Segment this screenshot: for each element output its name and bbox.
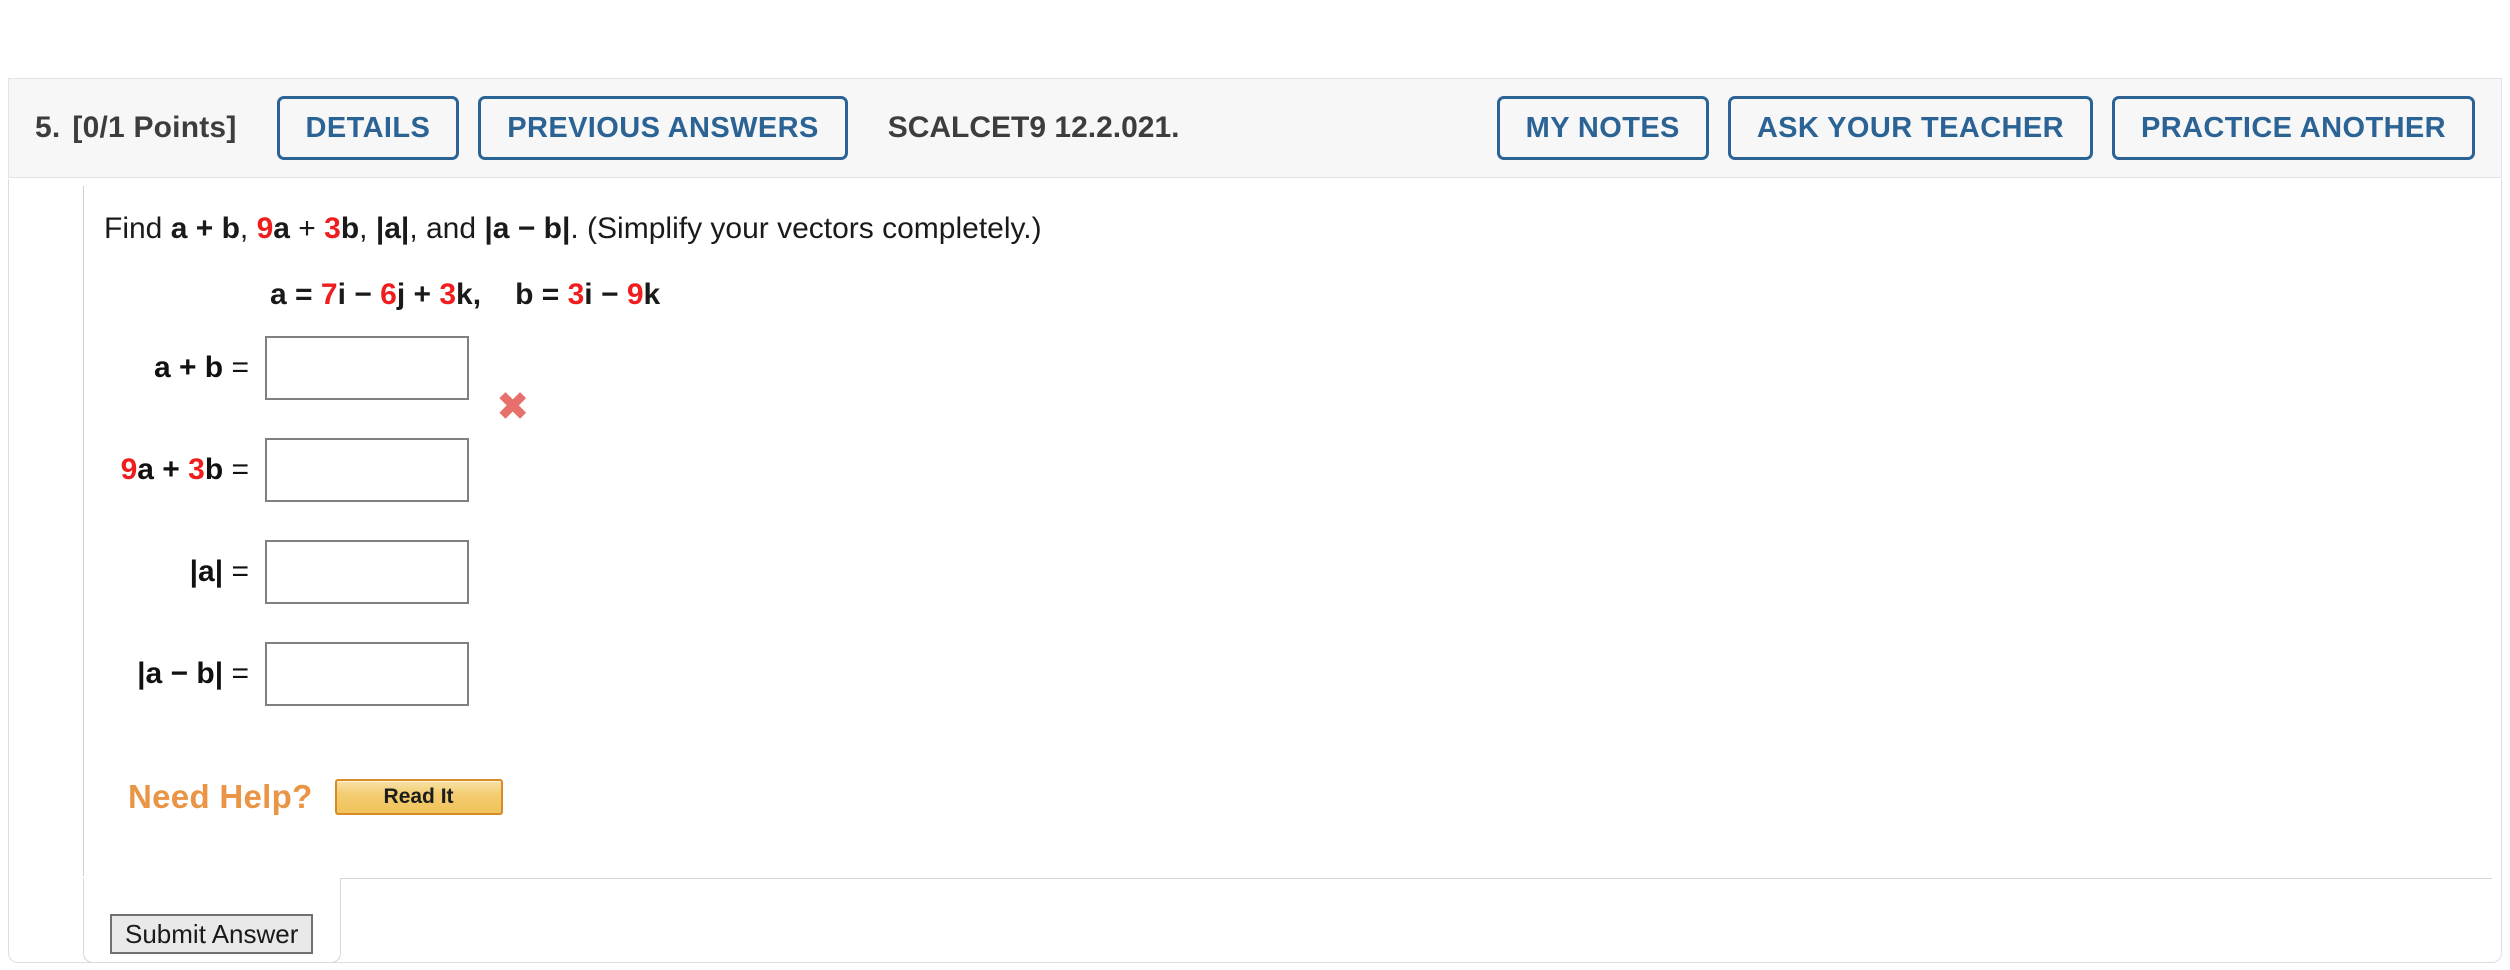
vector-a-op-2: + xyxy=(405,278,440,311)
vector-b-unit-i: i xyxy=(584,278,593,311)
need-help-section: Need Help? Read It xyxy=(128,778,503,816)
answer-row-magnitude-a: |a| = xyxy=(0,534,469,610)
vector-b-unit-k: k xyxy=(643,278,661,311)
vector-b-name: b xyxy=(515,278,534,311)
read-it-button[interactable]: Read It xyxy=(334,779,503,815)
textbook-reference: SCALCET9 12.2.021. xyxy=(887,111,1180,144)
submit-answer-button[interactable]: Submit Answer xyxy=(110,914,314,954)
prompt-vector-b: b xyxy=(340,212,360,245)
content-left-rule xyxy=(83,186,84,876)
answer-label-a-plus-b-equals: = xyxy=(223,351,249,384)
answer-label-9a-plus-3b: 9a + 3b = xyxy=(0,453,265,487)
vector-a-coef-j: 6 xyxy=(380,278,397,311)
answer-label-magnitude-a-minus-b-equals: = xyxy=(223,657,249,690)
vector-a-equals: = xyxy=(286,278,321,311)
question-number: 5. xyxy=(35,111,61,144)
prompt-sep-1: , xyxy=(239,212,257,245)
answer-label-magnitude-a-minus-b-part: |a − b| xyxy=(137,657,224,690)
vector-a-unit-i: i xyxy=(337,278,346,311)
incorrect-mark-icon: ✖ xyxy=(496,384,530,430)
question-page: 5. [0/1 Points] DETAILS PREVIOUS ANSWERS … xyxy=(0,0,2510,970)
prompt-sep-2: , xyxy=(359,212,376,245)
prompt-coef-3: 3 xyxy=(324,212,341,245)
points-value: [0/1 Points] xyxy=(72,111,237,144)
answer-label-9a-plus-3b-part: a + xyxy=(137,453,189,486)
prompt-coef-9: 9 xyxy=(256,212,274,245)
header-action-group: MY NOTES ASK YOUR TEACHER PRACTICE ANOTH… xyxy=(1496,96,2475,160)
prompt-vector-a: a xyxy=(273,212,290,245)
vector-a-unit-k: k xyxy=(456,278,473,311)
vector-a-coef-k: 3 xyxy=(439,278,457,311)
prompt-sep-3: , and xyxy=(409,212,485,245)
prompt-magnitude-a-minus-b: |a − b| xyxy=(484,212,571,245)
answer-label-magnitude-a-minus-b: |a − b| = xyxy=(0,657,265,691)
prompt-lead: Find xyxy=(104,212,171,245)
vector-definitions: a = 7i − 6j + 3k, b = 3i − 9k xyxy=(270,278,660,312)
answer-row-9a-plus-3b: 9a + 3b = xyxy=(0,432,469,508)
answer-row-a-plus-b: a + b = xyxy=(0,330,469,406)
submit-divider xyxy=(340,878,2492,879)
prompt-expr-a-plus-b: a + b xyxy=(170,212,240,245)
ask-your-teacher-button[interactable]: ASK YOUR TEACHER xyxy=(1727,96,2093,160)
answer-label-9a-plus-3b-part: 3 xyxy=(188,453,205,486)
question-header-bar: 5. [0/1 Points] DETAILS PREVIOUS ANSWERS … xyxy=(8,78,2502,178)
answer-label-a-plus-b: a + b = xyxy=(0,351,265,385)
answer-label-magnitude-a-part: |a| xyxy=(189,555,224,588)
prompt-magnitude-a: |a| xyxy=(375,212,410,245)
answer-input-magnitude-a-minus-b[interactable] xyxy=(265,642,469,706)
vector-b-coef-i: 3 xyxy=(567,278,585,311)
page-top-gap xyxy=(0,0,2510,78)
details-button[interactable]: DETAILS xyxy=(276,96,460,160)
answer-label-magnitude-a: |a| = xyxy=(0,555,265,589)
answer-label-magnitude-a-equals: = xyxy=(223,555,249,588)
answer-label-9a-plus-3b-equals: = xyxy=(223,453,249,486)
answer-label-a-plus-b-part: a + b xyxy=(153,351,224,384)
my-notes-button[interactable]: MY NOTES xyxy=(1496,96,1709,160)
answer-label-9a-plus-3b-part: b xyxy=(204,453,224,486)
vector-a-coef-i: 7 xyxy=(320,278,338,311)
previous-answers-button[interactable]: PREVIOUS ANSWERS xyxy=(478,96,848,160)
question-points: 5. [0/1 Points] xyxy=(35,111,237,145)
vector-b-coef-k: 9 xyxy=(626,278,644,311)
vector-b-equals: = xyxy=(533,278,568,311)
prompt-tail: . (Simplify your vectors completely.) xyxy=(570,212,1042,245)
vector-b-op-1: − xyxy=(592,278,627,311)
problem-prompt: Find a + b, 9a + 3b, |a|, and |a − b|. (… xyxy=(104,212,1042,246)
answer-input-a-plus-b[interactable] xyxy=(265,336,469,400)
answer-input-magnitude-a[interactable] xyxy=(265,540,469,604)
answer-input-9a-plus-3b[interactable] xyxy=(265,438,469,502)
answer-row-magnitude-a-minus-b: |a − b| = xyxy=(0,636,469,712)
answer-label-9a-plus-3b-part: 9 xyxy=(120,453,138,486)
vector-separator-comma: , xyxy=(472,278,482,311)
vector-a-op-1: − xyxy=(345,278,381,311)
practice-another-button[interactable]: PRACTICE ANOTHER xyxy=(2112,96,2475,160)
vector-a-name: a xyxy=(270,278,287,311)
vector-a-unit-j: j xyxy=(396,278,406,311)
need-help-label: Need Help? xyxy=(128,778,313,815)
prompt-plus: + xyxy=(289,212,325,245)
